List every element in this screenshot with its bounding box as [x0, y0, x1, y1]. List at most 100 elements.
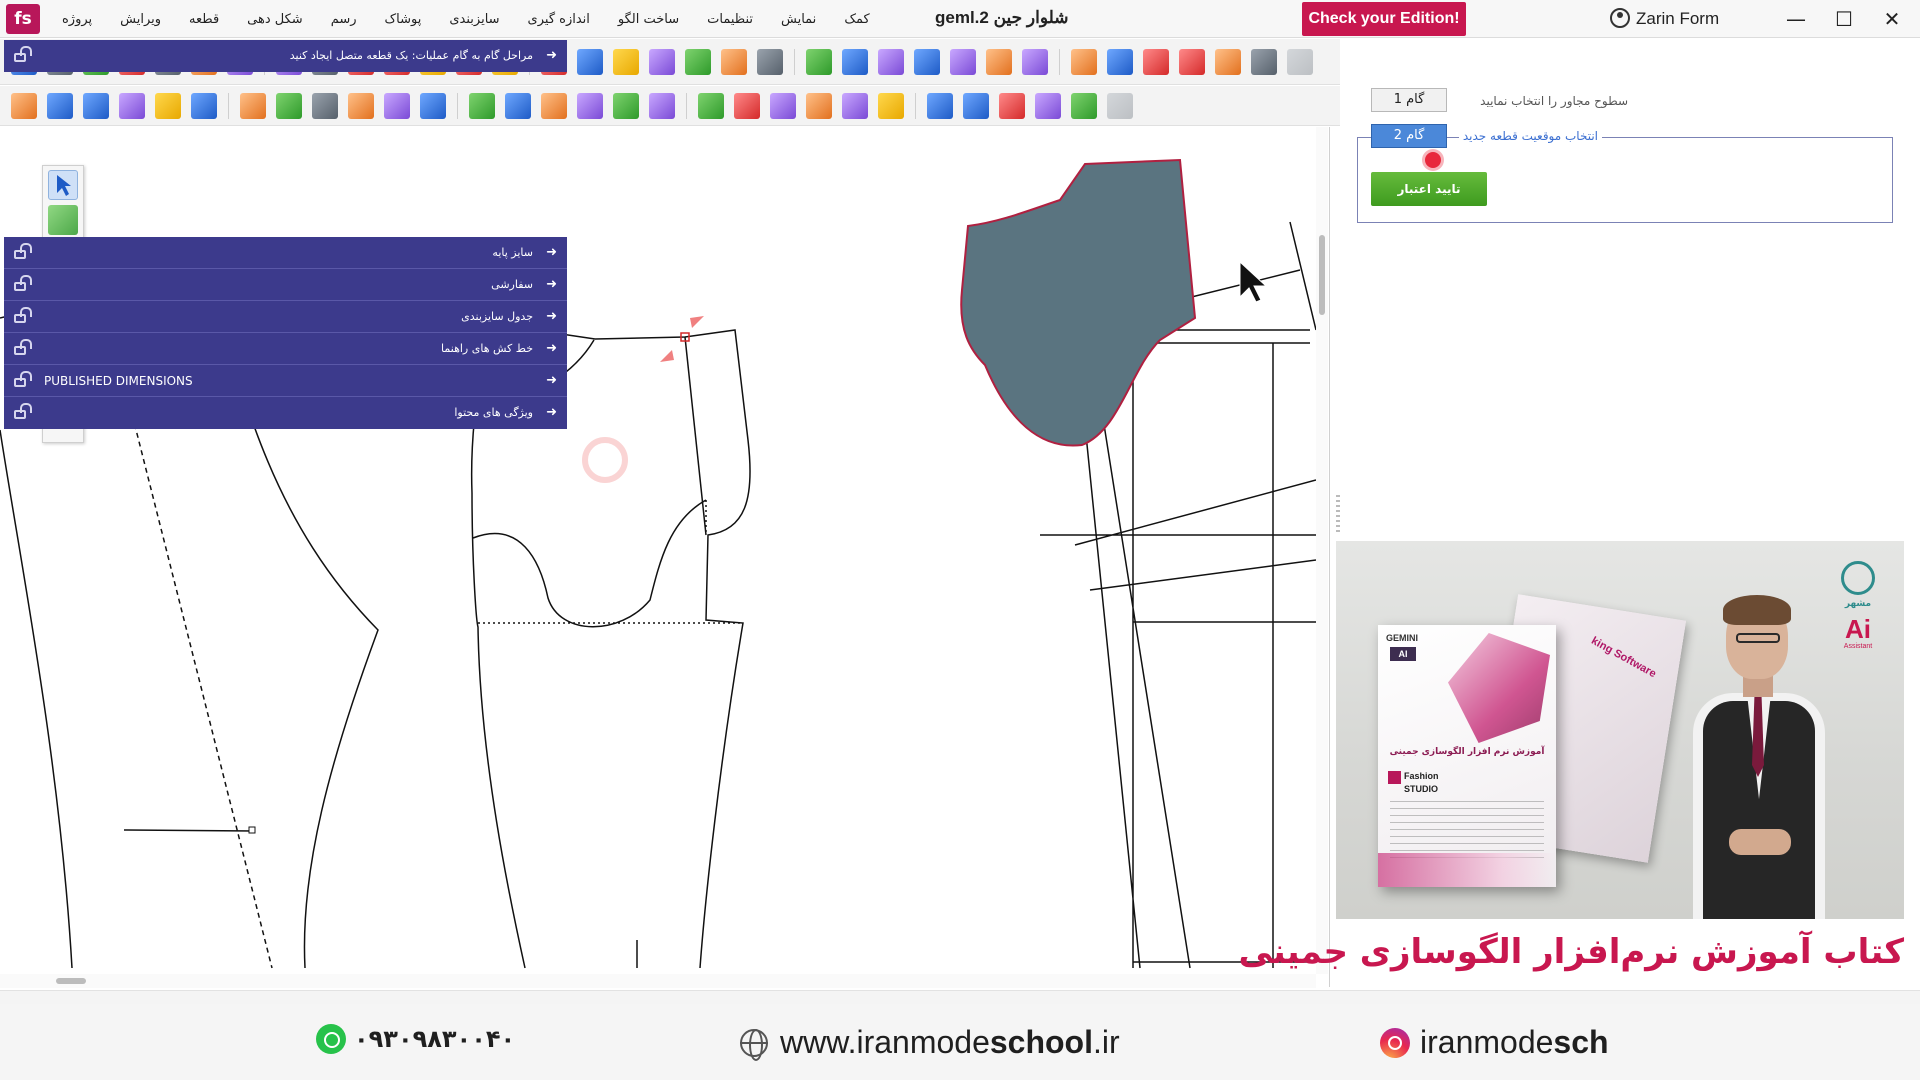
- canvas-vertical-scrollbar[interactable]: [1316, 127, 1328, 974]
- disabled-icon[interactable]: [1107, 92, 1133, 119]
- pins-icon[interactable]: [806, 48, 832, 75]
- scroll-thumb-h[interactable]: [56, 978, 86, 984]
- section-published-dimensions[interactable]: ➜ PUBLISHED DIMENSIONS: [4, 365, 567, 397]
- lock-icon[interactable]: [14, 274, 32, 291]
- split-icon[interactable]: [577, 92, 603, 119]
- lock-icon[interactable]: [770, 92, 796, 119]
- menu-settings[interactable]: تنظیمات: [693, 12, 767, 27]
- menu-pattern[interactable]: ساخت الگو: [604, 12, 693, 27]
- step1-button[interactable]: گام 1: [1371, 88, 1447, 112]
- user-account[interactable]: Zarin Form: [1610, 8, 1719, 29]
- merge-icon[interactable]: [541, 92, 567, 119]
- book-advertisement[interactable]: king Software GEMINI AI آموزش نرم افزار …: [1336, 541, 1904, 919]
- whatsapp-contact[interactable]: ۰۹۳۰۹۸۳۰۰۴۰: [316, 1024, 515, 1054]
- offset-icon[interactable]: [348, 92, 374, 119]
- table-icon[interactable]: [1071, 48, 1097, 75]
- measure-icon[interactable]: [914, 48, 940, 75]
- grid-icon[interactable]: [721, 48, 747, 75]
- menu-shaping[interactable]: شکل دهی: [233, 12, 317, 27]
- lock-icon[interactable]: [14, 242, 32, 259]
- section-size-table[interactable]: ➜ جدول سایزبندی: [4, 301, 567, 333]
- scroll-thumb-v[interactable]: [1319, 235, 1325, 315]
- rotate-icon[interactable]: [685, 48, 711, 75]
- group-icon[interactable]: [505, 92, 531, 119]
- play-icon[interactable]: [613, 48, 639, 75]
- lock-icon[interactable]: [14, 338, 32, 355]
- menu-draw[interactable]: رسم: [317, 12, 371, 27]
- scale-icon[interactable]: [734, 92, 760, 119]
- menu-garment[interactable]: پوشاک: [371, 12, 436, 27]
- mirror-icon[interactable]: [649, 92, 675, 119]
- measure-icon[interactable]: [927, 92, 953, 119]
- lock-icon[interactable]: [14, 306, 32, 323]
- rotate-icon[interactable]: [698, 92, 724, 119]
- pin-icon[interactable]: [950, 48, 976, 75]
- website-suffix: .ir: [1092, 1024, 1120, 1060]
- minimize-button[interactable]: —: [1774, 4, 1818, 34]
- menu-help[interactable]: کمک: [830, 12, 883, 27]
- lock-icon[interactable]: [14, 46, 32, 62]
- panel-splitter[interactable]: [1336, 495, 1340, 535]
- instagram-link[interactable]: iranmode sch: [1380, 1024, 1609, 1061]
- move-icon[interactable]: [1022, 48, 1048, 75]
- fork-icon[interactable]: [986, 48, 1012, 75]
- marker-icon[interactable]: [649, 48, 675, 75]
- basket-icon[interactable]: [119, 92, 145, 119]
- export-icon[interactable]: [1251, 48, 1277, 75]
- seam-icon[interactable]: [420, 92, 446, 119]
- menu-measure[interactable]: اندازه گیری: [514, 12, 604, 27]
- copy-icon[interactable]: [312, 92, 338, 119]
- transfer-icon[interactable]: [240, 92, 266, 119]
- ad-caption: کتاب آموزش نرم‌افزار الگوسازی جمینی: [1239, 922, 1904, 982]
- website-link[interactable]: www.iranmode school .ir: [740, 1024, 1120, 1061]
- confirm-button[interactable]: تایید اعتبار: [1371, 172, 1487, 206]
- menu-sizing[interactable]: سایزبندی: [435, 12, 513, 27]
- section-base-size[interactable]: ➜ سایز پایه: [4, 237, 567, 269]
- cross-icon[interactable]: [999, 92, 1025, 119]
- step2-button[interactable]: گام 2: [1371, 124, 1447, 148]
- menu-project[interactable]: پروژه: [48, 12, 106, 27]
- menu-piece[interactable]: قطعه: [175, 12, 233, 27]
- folder-icon[interactable]: [577, 48, 603, 75]
- plot-icon[interactable]: [1179, 48, 1205, 75]
- app-logo[interactable]: fs: [6, 4, 40, 34]
- cut-icon[interactable]: [83, 92, 109, 119]
- package-icon[interactable]: [1215, 48, 1241, 75]
- maximize-button[interactable]: ☐: [1822, 4, 1866, 34]
- node-icon[interactable]: [1071, 92, 1097, 119]
- piece-icon[interactable]: [11, 92, 37, 119]
- lock-icon[interactable]: [14, 370, 32, 387]
- pink-arrow-lower: [660, 350, 674, 362]
- section-custom[interactable]: ➜ سفارشی: [4, 269, 567, 301]
- offset-icon[interactable]: [384, 92, 410, 119]
- curve-tool-icon[interactable]: [48, 205, 78, 235]
- eye-icon[interactable]: [757, 48, 783, 75]
- select-icon[interactable]: [47, 92, 73, 119]
- panel-header-bar[interactable]: ➜ مراحل گام به گام عملیات: یک قطعه متصل …: [4, 40, 567, 72]
- add-icon[interactable]: [469, 92, 495, 119]
- section-content-properties[interactable]: ➜ ویژگی های محتوا: [4, 397, 567, 429]
- notch-icon[interactable]: [806, 92, 832, 119]
- 3d-icon[interactable]: [878, 48, 904, 75]
- canvas-horizontal-scrollbar[interactable]: [0, 974, 1316, 988]
- select-arrow-icon[interactable]: [48, 170, 78, 200]
- menu-view[interactable]: نمایش: [767, 12, 830, 27]
- fold-icon[interactable]: [963, 92, 989, 119]
- section-guide-rulers[interactable]: ➜ خط کش های راهنما: [4, 333, 567, 365]
- snap-icon[interactable]: [1035, 92, 1061, 119]
- arrow-icon[interactable]: [842, 92, 868, 119]
- color-icon[interactable]: [155, 92, 181, 119]
- align-icon[interactable]: [613, 92, 639, 119]
- disabled-icon[interactable]: [1287, 48, 1313, 75]
- report-icon[interactable]: [1107, 48, 1133, 75]
- footer-bar: ۰۹۳۰۹۸۳۰۰۴۰ www.iranmode school .ir iranmo…: [0, 1004, 1920, 1080]
- lock-icon[interactable]: [14, 403, 32, 419]
- copy-icon[interactable]: [276, 92, 302, 119]
- transfer-icon[interactable]: [191, 92, 217, 119]
- menu-edit[interactable]: ویرایش: [106, 12, 175, 27]
- next-icon[interactable]: [878, 92, 904, 119]
- printer-icon[interactable]: [1143, 48, 1169, 75]
- close-button[interactable]: ✕: [1870, 4, 1914, 34]
- check-edition-button[interactable]: Check your Edition!: [1302, 2, 1466, 36]
- layout-icon[interactable]: [842, 48, 868, 75]
